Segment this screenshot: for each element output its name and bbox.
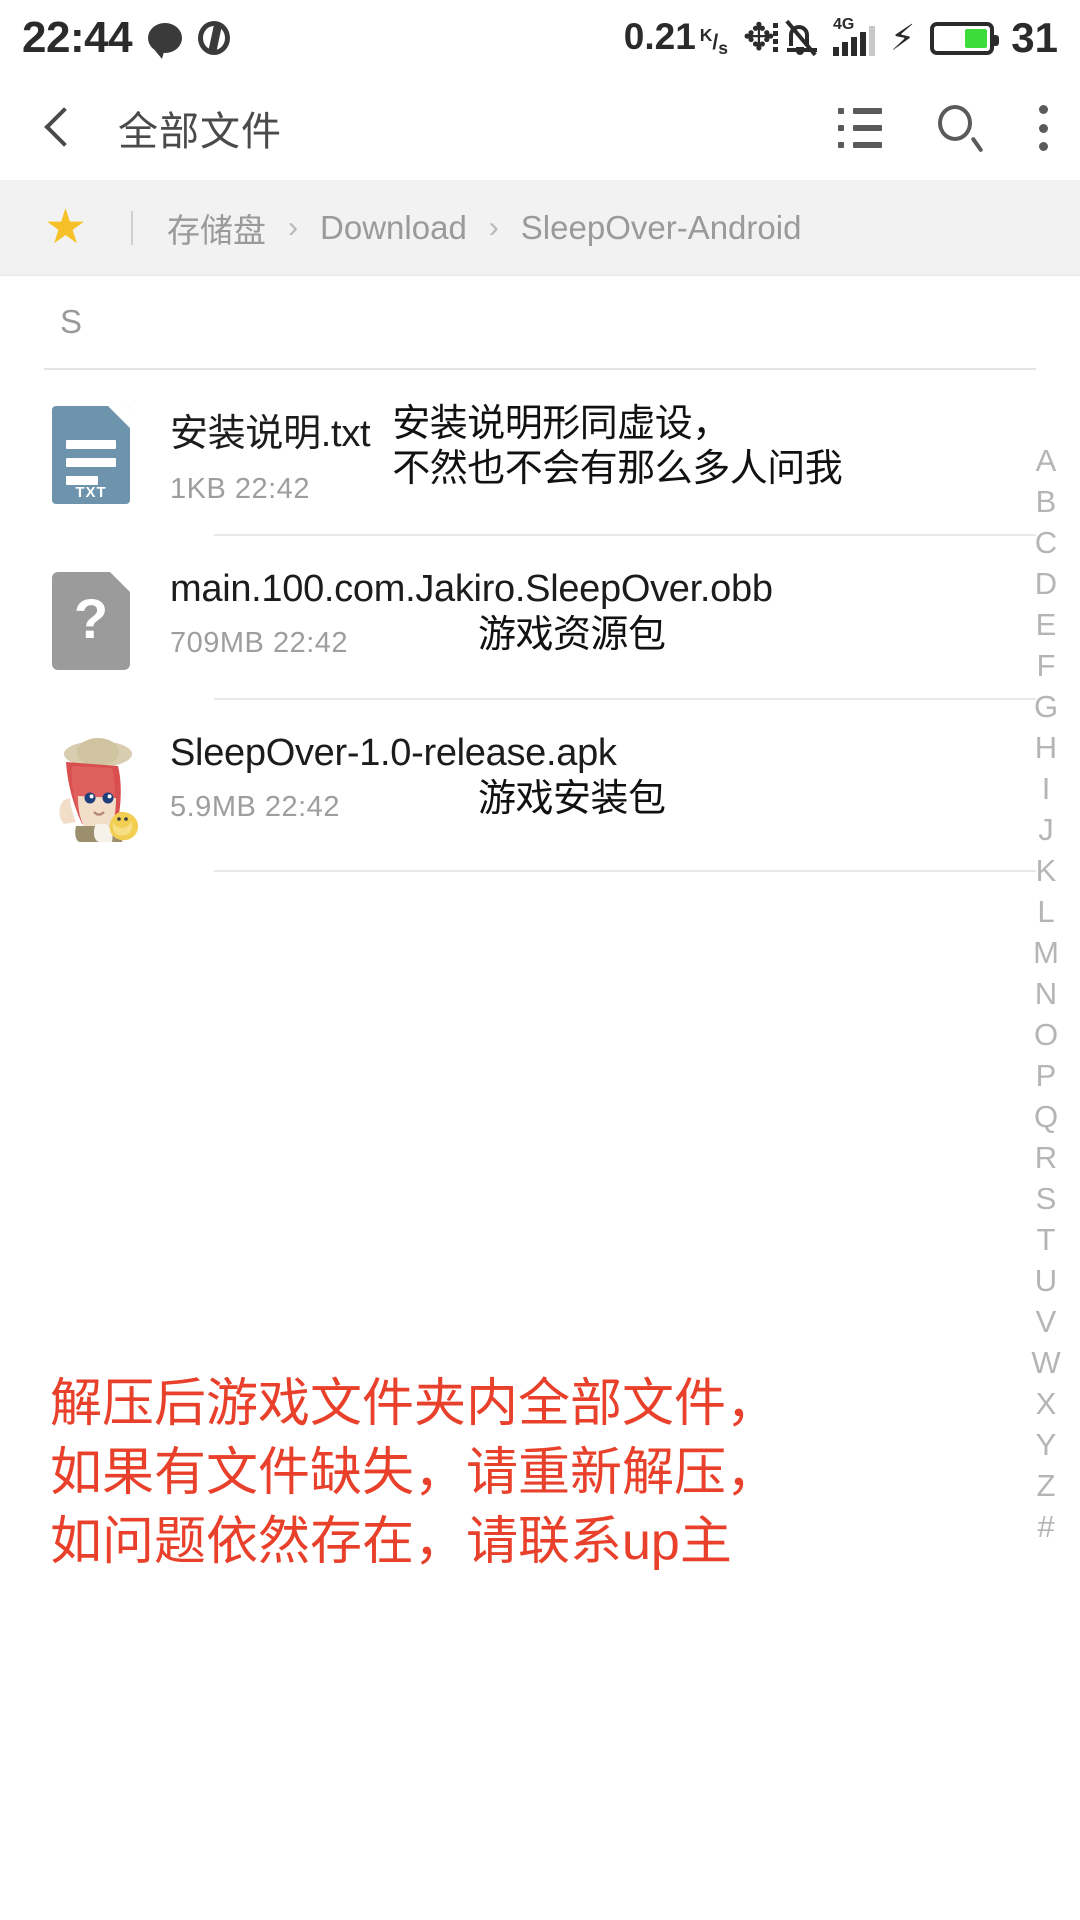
index-letter[interactable]: U <box>1035 1260 1057 1301</box>
file-meta-block: 709MB 22:42 <box>170 611 348 660</box>
index-letter[interactable]: V <box>1036 1301 1057 1342</box>
question-mark-glyph: ? <box>73 587 109 650</box>
row-divider <box>214 870 1036 872</box>
list-view-icon[interactable] <box>838 108 884 148</box>
lightning-bolt-icon: ⚡ <box>890 17 916 58</box>
network-speed-value: 0.21 <box>623 16 696 58</box>
index-letter[interactable]: A <box>1036 440 1057 481</box>
index-letter[interactable]: C <box>1035 522 1057 563</box>
status-bar-right: 0.21 K/s ✥ 4G ⚡ 31 <box>624 14 1058 62</box>
app-glyph-icon <box>198 21 231 55</box>
network-speed-unit: K/s <box>699 25 728 59</box>
index-letter[interactable]: F <box>1037 645 1056 686</box>
file-icon-container: TXT <box>52 400 170 504</box>
index-letter[interactable]: W <box>1031 1342 1060 1383</box>
chevron-right-icon-0: › <box>288 210 299 244</box>
file-name: main.100.com.Jakiro.SleepOver.obb <box>170 568 773 610</box>
unknown-file-icon: ? <box>52 572 130 670</box>
index-letter[interactable]: K <box>1036 850 1057 891</box>
list-item[interactable]: ? main.100.com.Jakiro.SleepOver.obb 709M… <box>0 536 1080 698</box>
annotation-text: 游戏安装包 <box>477 778 666 820</box>
index-letter[interactable]: H <box>1035 727 1057 768</box>
battery-icon <box>930 21 1000 55</box>
file-meta: 709MB 22:42 <box>170 627 349 659</box>
chat-bubble-icon <box>148 23 183 59</box>
index-letter[interactable]: Q <box>1034 1096 1058 1137</box>
file-details: SleepOver-1.0-release.apk 5.9MB 22:42 游戏… <box>170 730 1036 824</box>
file-title-line: 安装说明.txt 1KB 22:42 安装说明形同虚设， 不然也不会有那么多人问… <box>170 402 1036 506</box>
breadcrumb-item-1[interactable]: Download <box>320 209 467 247</box>
signal-strength-icon: 4G <box>833 16 875 56</box>
index-letter[interactable]: Y <box>1036 1424 1057 1465</box>
txt-file-icon-label: TXT <box>75 484 107 501</box>
alphabet-index-strip[interactable]: A B C D E F G H I J K L M N O P Q R S T … <box>1024 440 1068 1547</box>
file-icon-container <box>52 730 170 842</box>
index-letter[interactable]: E <box>1036 604 1057 645</box>
index-letter[interactable]: T <box>1037 1219 1056 1260</box>
index-letter[interactable]: J <box>1038 809 1054 850</box>
network-type-label: 4G <box>833 16 855 33</box>
app-bar: 全部文件 <box>0 76 1080 180</box>
index-letter[interactable]: B <box>1036 481 1057 522</box>
index-letter[interactable]: G <box>1034 686 1058 727</box>
index-letter[interactable]: X <box>1036 1383 1057 1424</box>
status-clock: 22:44 <box>22 13 133 62</box>
apk-app-icon <box>52 736 152 842</box>
battery-percent: 31 <box>1011 14 1058 61</box>
red-warning-note: 解压后游戏文件夹内全部文件， 如果有文件缺失，请重新解压， 如问题依然存在，请联… <box>50 1375 779 1572</box>
file-meta-row: 5.9MB 22:42 游戏安装包 <box>170 775 1036 824</box>
app-bar-actions <box>838 104 1050 153</box>
status-bar: 22:44 0.21 K/s ✥ 4G ⚡ 31 <box>0 0 1080 76</box>
breadcrumb-item-2[interactable]: SleepOver-Android <box>521 209 802 247</box>
file-name: SleepOver-1.0-release.apk <box>170 732 617 774</box>
breadcrumb-item-0[interactable]: 存储盘 <box>167 204 266 252</box>
index-letter[interactable]: S <box>1036 1178 1057 1219</box>
bluetooth-icon: ✥ <box>743 19 778 57</box>
search-icon[interactable] <box>936 104 984 153</box>
status-bar-left: 22:44 <box>22 13 231 63</box>
file-meta: 5.9MB 22:42 <box>170 791 340 823</box>
back-chevron-icon[interactable] <box>36 105 82 151</box>
index-letter[interactable]: M <box>1033 932 1059 973</box>
index-letter[interactable]: O <box>1034 1014 1058 1055</box>
file-details: main.100.com.Jakiro.SleepOver.obb 709MB … <box>170 566 1036 660</box>
annotation-text: 游戏资源包 <box>478 614 666 656</box>
section-header: S <box>60 303 83 340</box>
bell-muted-icon <box>784 19 818 57</box>
index-letter[interactable]: N <box>1035 973 1057 1014</box>
txt-file-icon: TXT <box>52 406 130 504</box>
index-letter[interactable]: D <box>1035 563 1057 604</box>
overflow-menu-icon[interactable] <box>1036 105 1050 151</box>
index-letter[interactable]: L <box>1037 891 1054 932</box>
list-item[interactable]: TXT 安装说明.txt 1KB 22:42 安装说明形同虚设， 不然也不会有那… <box>0 370 1080 534</box>
breadcrumb: ★ 存储盘 › Download › SleepOver-Android <box>0 180 1080 276</box>
chevron-right-icon-1: › <box>488 210 499 244</box>
phone-screen: 22:44 0.21 K/s ✥ 4G ⚡ 31 全部文件 ★ 存储盘 › Do… <box>0 0 1080 1920</box>
file-meta-block: 5.9MB 22:42 <box>170 775 340 824</box>
file-icon-container: ? <box>52 566 170 670</box>
index-letter[interactable]: Z <box>1037 1465 1056 1506</box>
list-item[interactable]: SleepOver-1.0-release.apk 5.9MB 22:42 游戏… <box>0 700 1080 870</box>
network-speed: 0.21 K/s <box>624 16 728 59</box>
index-letter[interactable]: # <box>1037 1506 1054 1547</box>
favorite-star-icon[interactable]: ★ <box>44 203 87 252</box>
index-letter[interactable]: P <box>1036 1055 1057 1096</box>
breadcrumb-divider <box>131 210 134 245</box>
index-letter[interactable]: I <box>1042 768 1051 809</box>
file-meta: 1KB 22:42 <box>170 473 310 505</box>
annotation-text: 安装说明形同虚设， 不然也不会有那么多人问我 <box>392 403 843 490</box>
file-details: 安装说明.txt 1KB 22:42 安装说明形同虚设， 不然也不会有那么多人问… <box>170 400 1036 506</box>
file-meta-row: 709MB 22:42 游戏资源包 <box>170 611 1036 660</box>
file-name: 安装说明.txt <box>170 413 371 455</box>
file-name-block: 安装说明.txt 1KB 22:42 <box>170 402 371 506</box>
page-title: 全部文件 <box>118 110 282 154</box>
index-letter[interactable]: R <box>1035 1137 1057 1178</box>
